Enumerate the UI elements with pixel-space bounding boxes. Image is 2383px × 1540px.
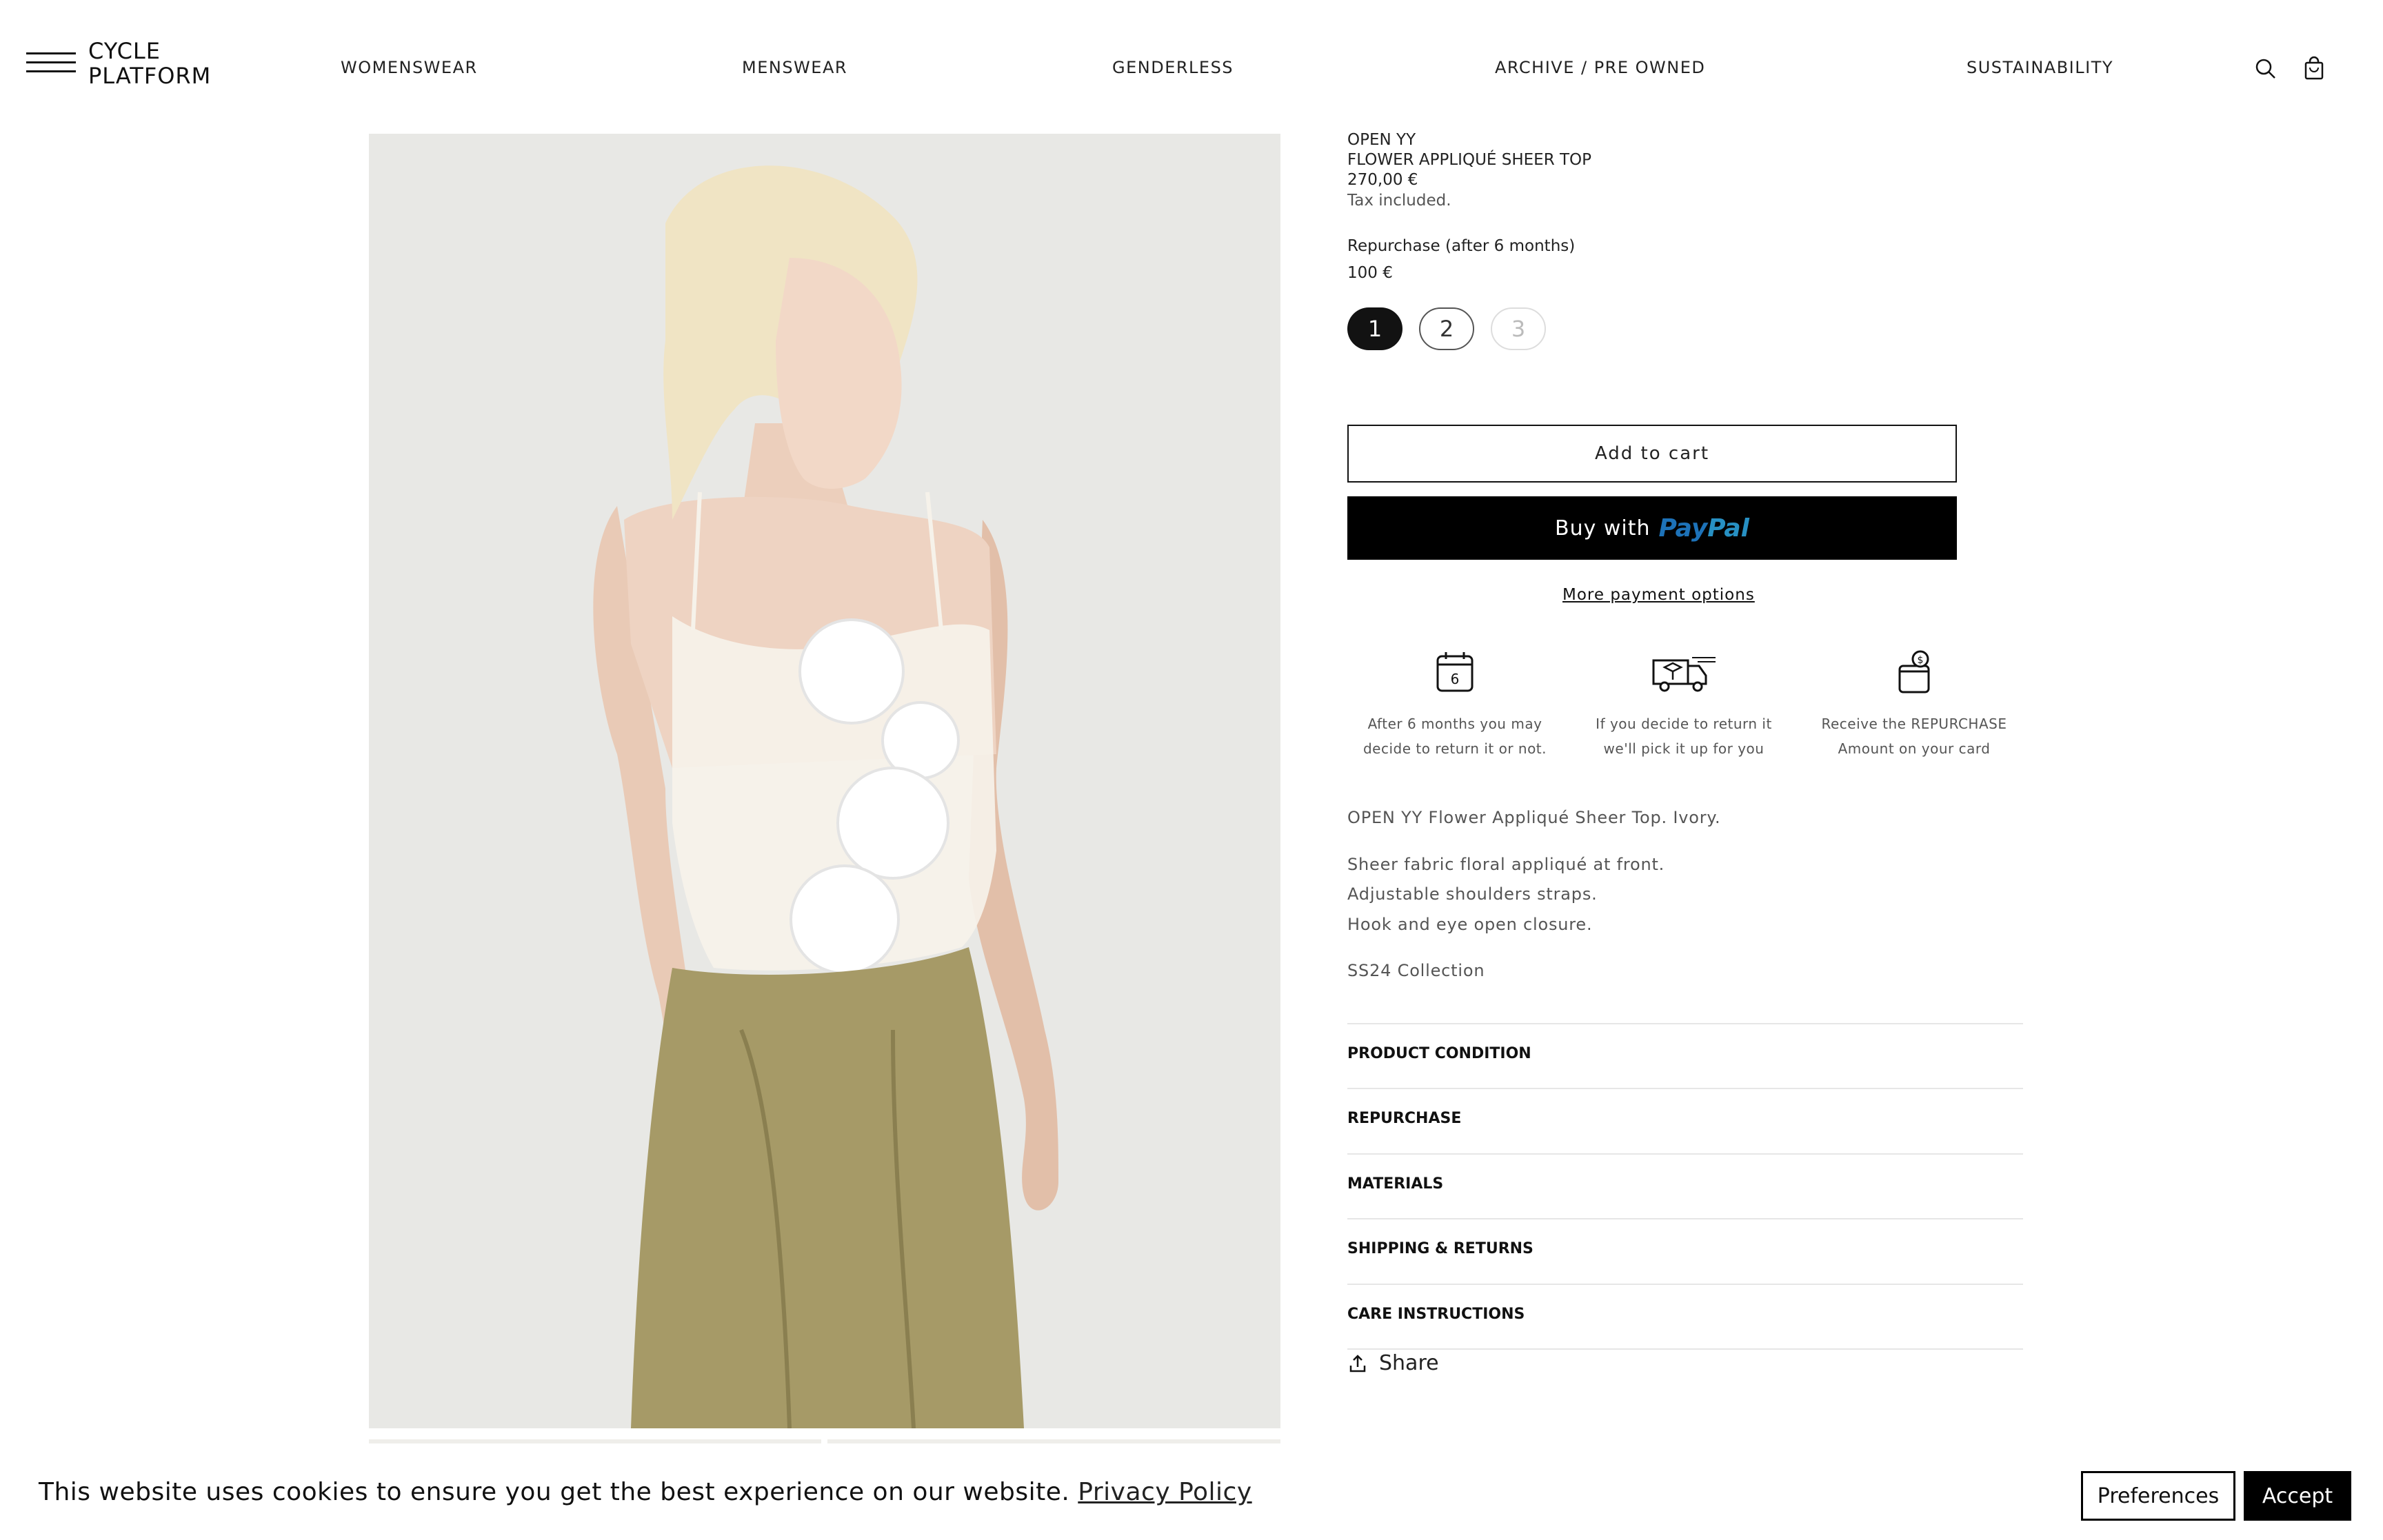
divider: [1347, 1284, 2023, 1285]
feature-return-after-6-months: 6 After 6 months you may decide to retur…: [1351, 648, 1558, 761]
cookie-banner: This website uses cookies to ensure you …: [0, 1443, 2383, 1540]
description-title: OPEN YY Flower Appliqué Sheer Top. Ivory…: [1347, 808, 1721, 827]
feature-caption-line: If you decide to return it: [1596, 716, 1772, 732]
product-title: FLOWER APPLIQUÉ SHEER TOP: [1347, 151, 1592, 169]
accordion-shipping-returns[interactable]: SHIPPING & RETURNS: [1347, 1228, 2023, 1269]
accordion-materials[interactable]: MATERIALS: [1347, 1163, 2023, 1204]
product-price: 270,00 €: [1347, 171, 1418, 189]
feature-caption-line: After 6 months you may: [1367, 716, 1542, 732]
repurchase-label: Repurchase (after 6 months): [1347, 237, 1576, 255]
accordion-product-condition[interactable]: PRODUCT CONDITION: [1347, 1033, 2023, 1074]
share-icon: [1347, 1353, 1368, 1374]
description-detail: Hook and eye open closure.: [1347, 915, 1593, 934]
calendar-icon: 6: [1431, 648, 1479, 696]
quantity-option-3[interactable]: 3: [1491, 307, 1546, 350]
feature-caption-line: decide to return it or not.: [1363, 740, 1547, 757]
tax-note: Tax included.: [1347, 192, 1451, 210]
logo-line-2: PLATFORM: [88, 63, 212, 89]
paypal-button[interactable]: Buy with Pay Pal: [1347, 496, 1957, 560]
more-payment-options-link[interactable]: More payment options: [1562, 586, 1755, 604]
divider: [1347, 1218, 2023, 1219]
divider: [1347, 1348, 2023, 1350]
feature-pickup-return: If you decide to return it we'll pick it…: [1580, 648, 1787, 761]
nav-archive-pre-owned[interactable]: ARCHIVE / PRE OWNED: [1495, 58, 1705, 77]
nav-menswear[interactable]: MENSWEAR: [742, 58, 847, 77]
paypal-buy-label: Buy with: [1555, 516, 1651, 540]
description-detail: Adjustable shoulders straps.: [1347, 884, 1598, 904]
wallet-money-icon: $: [1890, 648, 1938, 696]
product-main-image[interactable]: [369, 134, 1280, 1428]
nav-sustainability[interactable]: SUSTAINABILITY: [1967, 58, 2113, 77]
cookie-preferences-button[interactable]: Preferences: [2081, 1471, 2235, 1521]
feature-caption-line: Receive the REPURCHASE: [1821, 716, 2007, 732]
paypal-logo-pal: Pal: [1707, 514, 1749, 543]
logo-line-1: CYCLE: [88, 38, 161, 64]
search-icon[interactable]: [2252, 55, 2280, 83]
description-detail: Sheer fabric floral appliqué at front.: [1347, 855, 1665, 874]
nav-womenswear[interactable]: WOMENSWEAR: [341, 58, 478, 77]
divider: [1347, 1153, 2023, 1155]
feature-caption-line: we'll pick it up for you: [1603, 740, 1764, 757]
quantity-option-1[interactable]: 1: [1347, 307, 1402, 350]
feature-receive-repurchase: $ Receive the REPURCHASE Amount on your …: [1811, 648, 2018, 761]
accordion-care-instructions[interactable]: CARE INSTRUCTIONS: [1347, 1293, 2023, 1335]
cart-icon[interactable]: [2300, 55, 2328, 83]
paypal-logo-pay: Pay: [1658, 514, 1708, 543]
add-to-cart-button[interactable]: Add to cart: [1347, 425, 1957, 483]
quantity-option-2[interactable]: 2: [1419, 307, 1474, 350]
hamburger-menu-icon[interactable]: [26, 51, 76, 74]
site-logo[interactable]: CYCLE PLATFORM: [88, 39, 211, 88]
cookie-message: This website uses cookies to ensure you …: [39, 1478, 1070, 1506]
divider: [1347, 1088, 2023, 1089]
repurchase-price: 100 €: [1347, 264, 1393, 282]
product-brand[interactable]: OPEN YY: [1347, 131, 1416, 149]
accordion-repurchase[interactable]: REPURCHASE: [1347, 1097, 2023, 1139]
share-button[interactable]: Share: [1347, 1351, 1439, 1375]
divider: [1347, 1023, 2023, 1024]
cookie-accept-button[interactable]: Accept: [2244, 1471, 2351, 1521]
collection-label: SS24 Collection: [1347, 961, 1485, 980]
nav-genderless[interactable]: GENDERLESS: [1112, 58, 1234, 77]
delivery-truck-icon: [1652, 648, 1716, 696]
svg-text:$: $: [1918, 655, 1924, 666]
share-label: Share: [1379, 1351, 1439, 1375]
site-header: CYCLE PLATFORM WOMENSWEAR MENSWEAR GENDE…: [0, 0, 2383, 131]
privacy-policy-link[interactable]: Privacy Policy: [1078, 1478, 1251, 1506]
calendar-icon-number: 6: [1451, 671, 1460, 687]
feature-caption-line: Amount on your card: [1838, 740, 1991, 757]
